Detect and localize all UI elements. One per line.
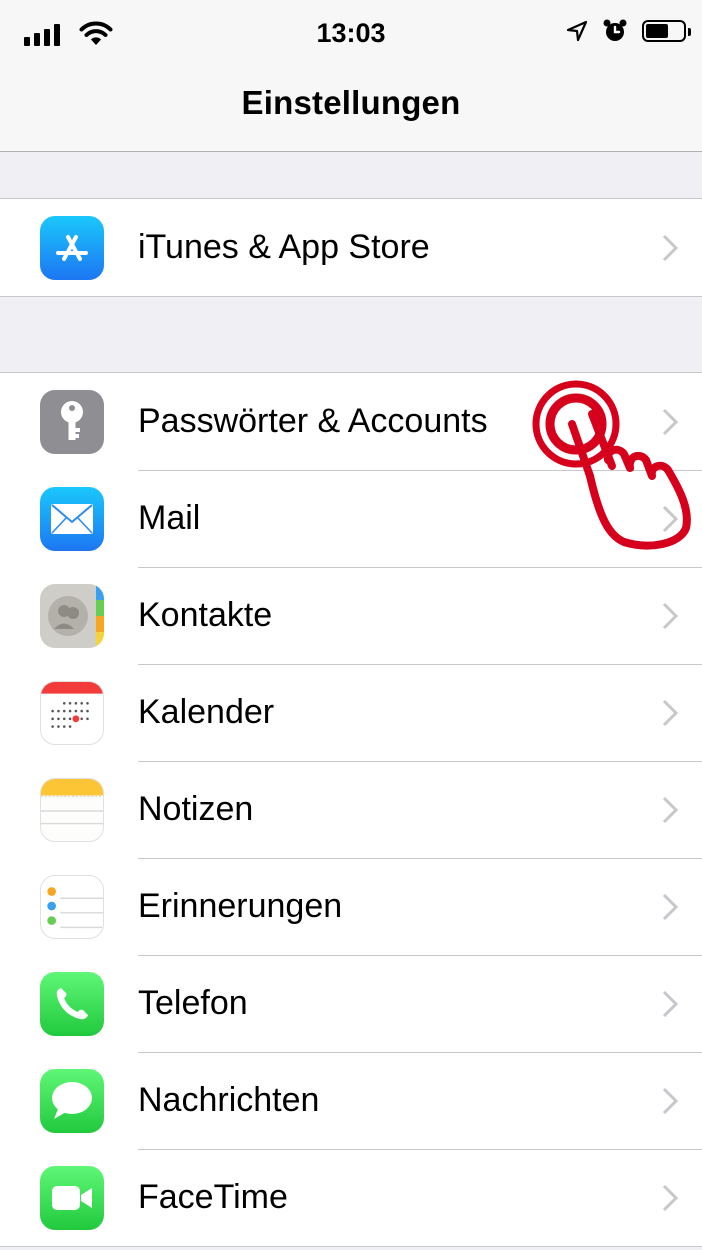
location-icon xyxy=(566,20,588,42)
facetime-icon xyxy=(40,1165,104,1230)
settings-row-reminders[interactable]: Erinnerungen xyxy=(0,858,702,955)
alarm-icon xyxy=(603,19,627,41)
row-label: iTunes & App Store xyxy=(138,228,430,266)
chevron-right-icon xyxy=(662,990,679,1017)
chevron-right-icon xyxy=(662,699,679,726)
tap-hand-icon xyxy=(532,380,691,550)
settings-group-store: iTunes & App Store xyxy=(0,198,702,297)
row-label: Nachrichten xyxy=(138,1081,320,1119)
settings-row-contacts[interactable]: Kontakte xyxy=(0,567,702,664)
settings-row-calendar[interactable]: Kalender xyxy=(0,664,702,761)
reminders-icon xyxy=(40,874,104,939)
chevron-right-icon xyxy=(662,1087,679,1114)
page-title: Einstellungen xyxy=(241,84,461,121)
row-label: Kontakte xyxy=(138,596,273,634)
navigation-bar: Einstellungen xyxy=(0,66,702,152)
mail-icon xyxy=(40,486,104,551)
chevron-right-icon xyxy=(662,796,679,823)
battery-icon xyxy=(642,20,691,42)
chevron-right-icon xyxy=(662,1184,679,1211)
chevron-right-icon xyxy=(662,893,679,920)
status-right xyxy=(566,18,691,44)
notes-icon xyxy=(40,777,104,842)
settings-row-messages[interactable]: Nachrichten xyxy=(0,1052,702,1149)
row-label: Mail xyxy=(138,499,201,537)
row-label: Notizen xyxy=(138,790,254,828)
status-bar: 13:03 xyxy=(0,0,702,66)
row-label: Telefon xyxy=(138,984,248,1022)
phone-icon xyxy=(40,971,104,1036)
key-icon xyxy=(40,389,104,454)
settings-row-phone[interactable]: Telefon xyxy=(0,955,702,1052)
calendar-icon xyxy=(40,680,104,745)
row-label: Kalender xyxy=(138,693,275,731)
settings-row-itunes-app-store[interactable]: iTunes & App Store xyxy=(0,199,702,296)
row-label: Erinnerungen xyxy=(138,887,343,925)
settings-row-facetime[interactable]: FaceTime xyxy=(0,1149,702,1246)
settings-row-notes[interactable]: Notizen xyxy=(0,761,702,858)
messages-icon xyxy=(40,1068,104,1133)
contacts-icon xyxy=(40,583,104,648)
chevron-right-icon xyxy=(662,234,679,261)
row-label: FaceTime xyxy=(138,1178,288,1216)
chevron-right-icon xyxy=(662,602,679,629)
row-label: Passwörter & Accounts xyxy=(138,402,488,440)
app-store-icon xyxy=(40,215,104,280)
